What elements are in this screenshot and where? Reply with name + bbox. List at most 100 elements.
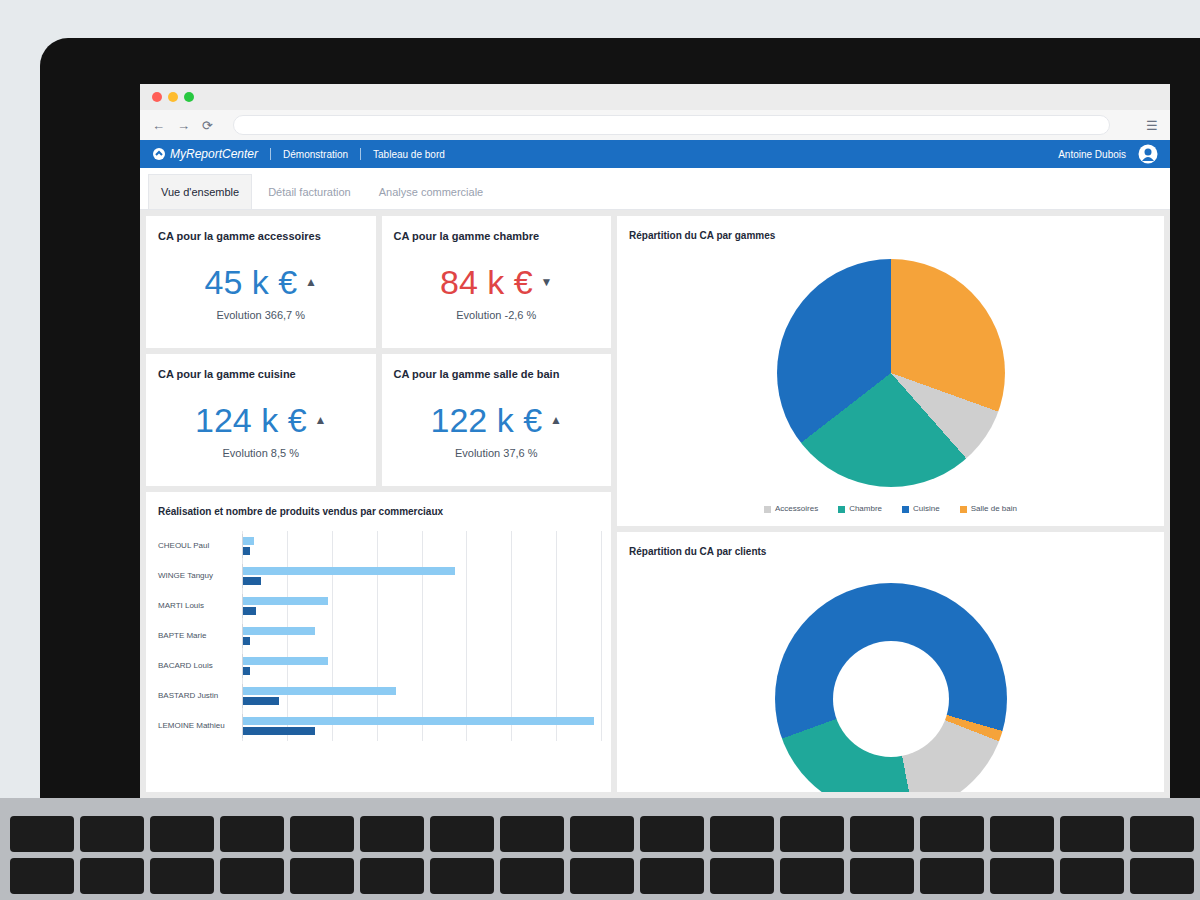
- bar-row: BACARD Louis: [158, 651, 599, 681]
- trend-icon: ▼: [541, 273, 553, 291]
- breadcrumb-item[interactable]: Démonstration: [283, 147, 348, 162]
- grid-line: [377, 531, 378, 741]
- bar-label: BACARD Louis: [158, 660, 242, 672]
- bar-row: LEMOINE Mathieu: [158, 711, 599, 741]
- chart-slice: [777, 259, 1005, 487]
- window-button[interactable]: [168, 92, 178, 102]
- keyboard-key: [290, 816, 354, 852]
- bar: [243, 697, 279, 705]
- kpi-value: 122 k €: [431, 403, 543, 437]
- nav-button[interactable]: ⟳: [202, 119, 213, 132]
- browser-window: ← → ⟳ ☰ MyReportCenter Démonstration Tableau d…: [140, 84, 1170, 798]
- keyboard-key: [850, 816, 914, 852]
- address-bar[interactable]: [233, 115, 1110, 135]
- trend-icon: ▲: [305, 273, 317, 291]
- keyboard-key: [430, 816, 494, 852]
- tab-label[interactable]: Vue d'ensemble: [161, 186, 239, 198]
- kpi-title: CA pour la gamme salle de bain: [394, 366, 600, 383]
- tab[interactable]: Détail facturation: [256, 175, 363, 210]
- keyboard-key: [220, 858, 284, 894]
- keyboard-key: [1060, 858, 1124, 894]
- bar: [243, 627, 315, 635]
- kpi-evolution: Evolution -2,6 %: [394, 307, 600, 324]
- tab-label[interactable]: Détail facturation: [268, 186, 351, 198]
- logo-icon: [152, 147, 166, 161]
- bar-chart: CHEOUL PaulWINGE TanguyMARTI LouisBAPTE …: [158, 531, 599, 741]
- legend-swatch: [960, 506, 967, 513]
- browser-title-bar: [140, 84, 1170, 110]
- keyboard-key: [780, 816, 844, 852]
- kpi-value-row: 122 k € ▲: [394, 403, 600, 437]
- kpi-title: CA pour la gamme chambre: [394, 228, 600, 245]
- bar-label: LEMOINE Mathieu: [158, 720, 242, 732]
- nav-button[interactable]: ←: [152, 119, 165, 132]
- bar-row: BASTARD Justin: [158, 681, 599, 711]
- kpi-card: CA pour la gamme accessoires45 k €▲Evolu…: [146, 216, 376, 348]
- avatar-icon[interactable]: [1138, 144, 1158, 164]
- legend-label: Cuisine: [913, 503, 940, 515]
- chart-title: Répartition du CA par clients: [629, 544, 1152, 559]
- bar-group: [242, 594, 328, 618]
- keyboard-key: [780, 858, 844, 894]
- nav-button[interactable]: →: [177, 119, 190, 132]
- keyboard-key: [990, 816, 1054, 852]
- keyboard-key: [990, 858, 1054, 894]
- kpi-title: CA pour la gamme cuisine: [158, 366, 364, 383]
- tab[interactable]: Analyse commerciale: [367, 175, 496, 210]
- keyboard-key: [430, 858, 494, 894]
- window-button[interactable]: [184, 92, 194, 102]
- bar-row: WINGE Tanguy: [158, 561, 599, 591]
- chart-title: Répartition du CA par gammes: [629, 228, 1152, 243]
- kpi-card: CA pour la gamme salle de bain 122 k € ▲ Ev…: [382, 354, 612, 486]
- tab-bar: Vue d'ensemble Détail facturation Analyse …: [140, 168, 1170, 210]
- keyboard-key: [500, 858, 564, 894]
- legend-swatch: [764, 506, 771, 513]
- legend-swatch: [838, 506, 845, 513]
- keyboard-key: [80, 816, 144, 852]
- app-logo: MyReportCenter: [152, 145, 258, 163]
- chart-grid: [242, 531, 602, 741]
- bar: [243, 577, 261, 585]
- keyboard-key: [150, 816, 214, 852]
- user-name[interactable]: Antoine Dubois: [1058, 147, 1126, 162]
- keyboard-key: [640, 816, 704, 852]
- keyboard-key: [220, 816, 284, 852]
- grid-line: [601, 531, 602, 741]
- keyboard-key: [850, 858, 914, 894]
- trend-icon: ▲: [550, 411, 562, 429]
- menu-button[interactable]: ☰: [1130, 119, 1158, 132]
- donut-hole: [833, 641, 949, 757]
- legend-item: Salle de bain: [960, 503, 1017, 515]
- tab-label[interactable]: Analyse commerciale: [379, 186, 484, 198]
- kpi-value-row: 45 k € ▲: [158, 265, 364, 299]
- bar-chart-card: Réalisation et nombre de produits vendus…: [146, 492, 611, 792]
- keyboard-key: [570, 858, 634, 894]
- legend-label: Accessoires: [775, 503, 818, 515]
- breadcrumb-item[interactable]: Tableau de bord: [373, 147, 445, 162]
- kpi-evolution: Evolution 37,6 %: [394, 445, 600, 462]
- keyboard-key: [1130, 858, 1194, 894]
- keyboard-key: [1130, 816, 1194, 852]
- bar: [243, 717, 594, 725]
- tab[interactable]: Vue d'ensemble: [148, 174, 252, 210]
- keyboard-key: [360, 816, 424, 852]
- grid-line: [556, 531, 557, 741]
- donut-chart-card: Répartition du CA par clients: [617, 532, 1164, 792]
- keyboard-key: [710, 816, 774, 852]
- legend-item: Chambre: [838, 503, 882, 515]
- keyboard-key: [10, 816, 74, 852]
- bar: [243, 727, 315, 735]
- keyboard-key: [360, 858, 424, 894]
- bar: [243, 657, 328, 665]
- left-column: CA pour la gamme accessoires45 k €▲Evolu…: [146, 216, 611, 792]
- bar: [243, 567, 455, 575]
- kpi-value-row: 124 k €▲: [158, 403, 364, 437]
- keyboard-key: [150, 858, 214, 894]
- bar: [243, 687, 396, 695]
- keyboard-key: [290, 858, 354, 894]
- kpi-value: 45 k €: [204, 265, 297, 299]
- window-button[interactable]: [152, 92, 162, 102]
- bar: [243, 637, 250, 645]
- legend-item: Accessoires: [764, 503, 818, 515]
- bar-group: [242, 714, 594, 738]
